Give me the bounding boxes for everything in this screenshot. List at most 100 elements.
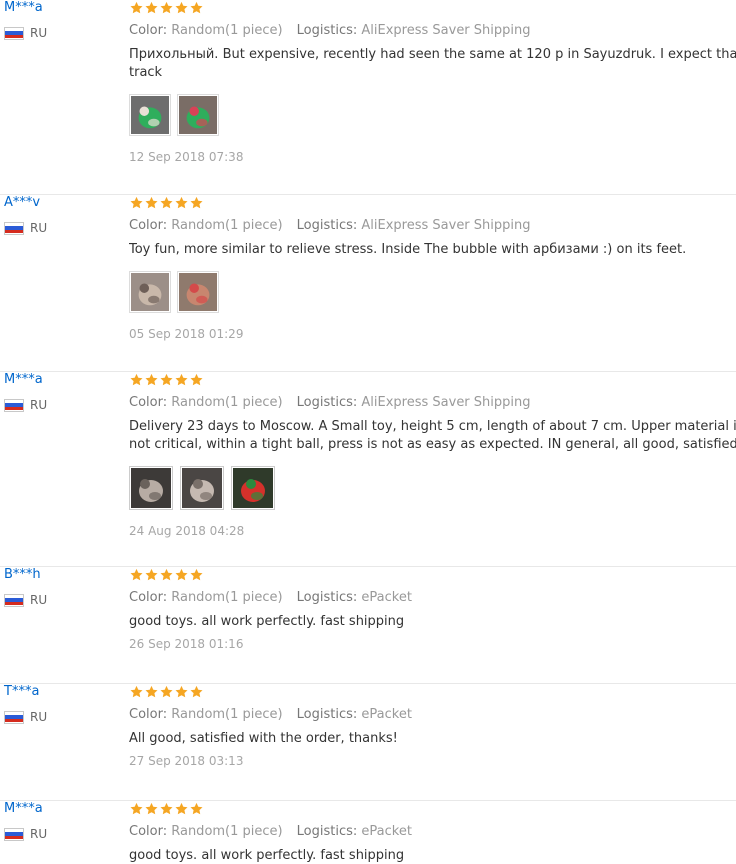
star-icon [159,195,174,209]
review-body: Color: Random(1 piece) Logistics: AliExpr… [129,0,736,164]
country-code: RU [30,827,48,841]
star-rating [129,372,736,386]
star-icon [189,567,204,581]
color-label: Color: [129,707,168,722]
color-value: Random(1 piece) [171,590,283,605]
order-info: Color: Random(1 piece) Logistics: AliExpr… [129,395,736,411]
photo-thumbnail-squeeze-toy[interactable] [129,271,171,313]
order-info: Color: Random(1 piece) Logistics: AliExpr… [129,218,736,234]
star-icon [144,372,159,386]
star-icon [129,684,144,698]
logistics-value: ePacket [361,707,412,722]
reviewer-country: RU [4,26,122,40]
review-text: Toy fun, more similar to relieve stress.… [129,241,736,259]
star-icon [144,801,159,815]
logistics-label: Logistics: [296,218,358,233]
review-text: Прихольный. But expensive, recently had … [129,46,736,82]
reviewer-country: RU [4,593,122,607]
photo-thumbnail-green-toy[interactable] [129,94,171,136]
russia-flag-icon [4,593,24,607]
star-icon [174,0,189,14]
logistics-label: Logistics: [296,707,358,722]
review-date: 27 Sep 2018 03:13 [129,754,244,768]
review-date: 24 Aug 2018 04:28 [129,524,245,538]
color-value: Random(1 piece) [171,824,283,839]
reviewer-country: RU [4,221,122,235]
reviewer-name-link[interactable]: T***a [4,684,122,700]
logistics-value: AliExpress Saver Shipping [361,23,531,38]
reviewer-name-link[interactable]: M***a [4,0,122,16]
star-icon [174,195,189,209]
star-rating [129,684,736,698]
review-photos [129,94,736,136]
reviewer-name-link[interactable]: B***h [4,567,122,583]
reviewer-name-link[interactable]: M***a [4,801,122,817]
review-body: Color: Random(1 piece) Logistics: AliExpr… [129,195,736,341]
review-text-line: Delivery 23 days to Moscow. A Small toy,… [129,419,736,434]
country-code: RU [30,710,48,724]
logistics-value: ePacket [361,824,412,839]
star-icon [144,684,159,698]
star-icon [144,195,159,209]
russia-flag-icon [4,710,24,724]
reviewer-country: RU [4,710,122,724]
logistics-value: AliExpress Saver Shipping [361,218,531,233]
star-icon [174,801,189,815]
review-body: Color: Random(1 piece) Logistics: AliExpr… [129,372,736,538]
photo-thumbnail-frog-toy-side[interactable] [180,466,224,510]
review-user: M***a RU [4,0,122,40]
review-photos [129,271,736,313]
color-label: Color: [129,23,168,38]
review-body: Color: Random(1 piece) Logistics: ePacket… [129,567,736,651]
photo-thumbnail-red-ball-toy[interactable] [231,466,275,510]
logistics-label: Logistics: [296,23,358,38]
country-code: RU [30,26,48,40]
star-icon [129,0,144,14]
star-icon [189,684,204,698]
star-icon [189,372,204,386]
russia-flag-icon [4,827,24,841]
review-text-line: good toys. all work perfectly. fast ship… [129,614,405,629]
order-info: Color: Random(1 piece) Logistics: ePacket [129,590,736,606]
color-value: Random(1 piece) [171,707,283,722]
review-text: good toys. all work perfectly. fast ship… [129,613,736,631]
review-text: good toys. all work perfectly. fast ship… [129,847,736,864]
star-rating [129,195,736,209]
reviewer-name-link[interactable]: M***a [4,372,122,388]
color-value: Random(1 piece) [171,23,283,38]
country-code: RU [30,593,48,607]
photo-thumbnail-squeeze-toy-red[interactable] [177,271,219,313]
review-text-line: good toys. all work perfectly. fast ship… [129,848,405,863]
star-icon [189,801,204,815]
star-icon [144,567,159,581]
review-photos [129,466,736,510]
star-icon [159,0,174,14]
review-user: T***a RU [4,684,122,724]
review-text-line: track [129,65,163,80]
order-info: Color: Random(1 piece) Logistics: ePacket [129,707,736,723]
logistics-value: ePacket [361,590,412,605]
star-icon [189,195,204,209]
review-body: Color: Random(1 piece) Logistics: ePacket… [129,684,736,768]
country-code: RU [30,398,48,412]
russia-flag-icon [4,398,24,412]
reviewer-country: RU [4,398,122,412]
photo-thumbnail-frog-toy[interactable] [129,466,173,510]
star-icon [174,567,189,581]
star-icon [129,801,144,815]
star-rating [129,801,736,815]
reviewer-name-link[interactable]: A***v [4,195,122,211]
review-text-line: Toy fun, more similar to relieve stress.… [129,242,687,257]
star-icon [189,0,204,14]
russia-flag-icon [4,221,24,235]
review-text: All good, satisfied with the order, than… [129,730,736,748]
photo-thumbnail-green-red-toy[interactable] [177,94,219,136]
logistics-value: AliExpress Saver Shipping [361,395,531,410]
color-label: Color: [129,218,168,233]
country-code: RU [30,221,48,235]
color-value: Random(1 piece) [171,395,283,410]
review-user: M***a RU [4,372,122,412]
logistics-label: Logistics: [296,824,358,839]
star-icon [174,372,189,386]
color-label: Color: [129,395,168,410]
